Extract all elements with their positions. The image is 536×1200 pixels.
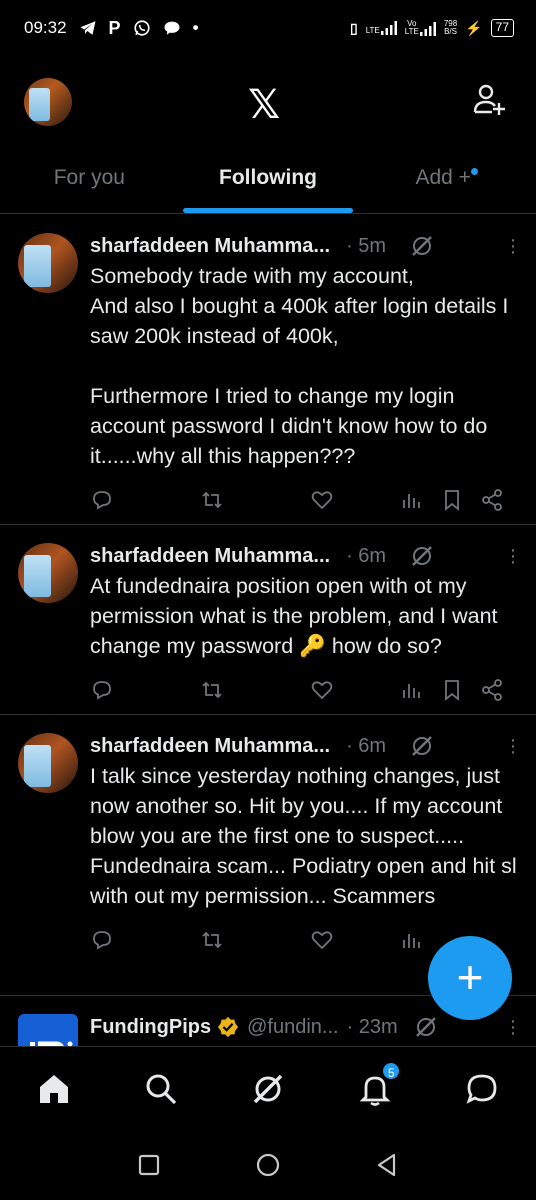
lte1-label: LTE (365, 26, 380, 35)
reply-icon[interactable] (90, 928, 114, 952)
recents-icon[interactable] (136, 1152, 162, 1178)
more-icon[interactable]: · · · (508, 1011, 518, 1043)
share-icon[interactable] (480, 488, 504, 512)
share-icon[interactable] (480, 678, 504, 702)
tweet-text: At fundednaira position open with ot my … (90, 574, 504, 658)
lte2-label: LTE (404, 27, 419, 36)
retweet-icon[interactable] (200, 488, 224, 512)
reply-icon[interactable] (90, 678, 114, 702)
tab-following[interactable]: Following (179, 150, 358, 213)
author-handle: @fundin... (247, 1015, 339, 1038)
retweet-icon[interactable] (200, 928, 224, 952)
grok-nav-icon[interactable] (250, 1071, 286, 1107)
bookmark-icon[interactable] (440, 678, 464, 702)
tweet-header: sharfaddeen Muhamma... · 6m · · · (90, 730, 518, 762)
tweet-time: · 6m (346, 544, 387, 567)
tweet-text: Somebody trade with my account, And also… (90, 264, 509, 468)
tab-following-label: Following (219, 166, 317, 189)
retweet-icon[interactable] (200, 678, 224, 702)
x-logo-icon[interactable]: 𝕏 (248, 82, 280, 128)
tweet-header: sharfaddeen Muhamma... · 6m · · · (90, 540, 518, 572)
reply-icon[interactable] (90, 488, 114, 512)
status-time: 09:32 (24, 18, 67, 37)
back-icon[interactable] (374, 1152, 400, 1178)
vibrate-icon: ▯ (349, 19, 358, 36)
tweet[interactable]: sharfaddeen Muhamma... · 5m · · · Somebody… (0, 215, 536, 525)
tab-for-you-label: For you (53, 166, 125, 189)
new-dot-indicator (470, 168, 478, 175)
dot-icon: • (192, 18, 199, 37)
messages-icon[interactable] (464, 1071, 500, 1107)
more-icon[interactable]: · · · (508, 730, 518, 762)
tweet-time: · 5m (346, 234, 387, 257)
bookmark-icon[interactable] (440, 488, 464, 512)
like-icon[interactable] (310, 678, 334, 702)
views-icon[interactable] (400, 488, 424, 512)
grok-icon[interactable] (414, 1015, 438, 1039)
timeline-feed: sharfaddeen Muhamma... · 5m · · · Somebody… (0, 215, 536, 1056)
add-user-icon[interactable] (472, 82, 508, 118)
net-speed-unit: B/S (444, 27, 457, 36)
author-name[interactable]: sharfaddeen Muhamma... (90, 545, 330, 568)
tweet-time: · 6m (346, 734, 387, 757)
profile-avatar[interactable] (24, 78, 72, 126)
author-name[interactable]: sharfaddeen Muhamma... (90, 735, 330, 758)
compose-icon: + (456, 951, 484, 1003)
notifications-tab[interactable]: 5 (357, 1060, 402, 1107)
grok-icon[interactable] (410, 234, 434, 258)
author-name[interactable]: sharfaddeen Muhamma... (90, 235, 330, 258)
timeline-tabs: For you Following Add + (0, 150, 536, 214)
lte1-signal: LTE (366, 21, 397, 35)
tab-add[interactable]: Add + (357, 150, 536, 213)
system-nav-bar (0, 1130, 536, 1200)
views-icon[interactable] (400, 928, 424, 952)
p-icon: P (108, 17, 121, 38)
whatsapp-icon (133, 19, 151, 37)
tweet-text: I talk since yesterday nothing changes, … (90, 764, 523, 908)
tab-for-you[interactable]: For you (0, 150, 179, 213)
notifications-badge: 5 (381, 1060, 402, 1081)
top-bar: 𝕏 (0, 72, 536, 132)
home-button-icon[interactable] (255, 1152, 281, 1178)
tweet[interactable]: sharfaddeen Muhamma... · 6m · · · At funde… (0, 525, 536, 715)
grok-icon[interactable] (410, 734, 434, 758)
charging-icon: ⚡ (465, 19, 483, 36)
home-icon[interactable] (36, 1071, 72, 1107)
status-bar: 09:32 P • ▯ LTE Vo LTE 798 B/S ⚡ 77 (0, 0, 536, 56)
search-icon[interactable] (143, 1071, 179, 1107)
avatar[interactable] (18, 233, 78, 293)
verified-badge-icon (218, 1016, 239, 1038)
like-icon[interactable] (310, 488, 334, 512)
tweet-actions (90, 677, 518, 703)
tweet-actions (90, 487, 518, 513)
tweet-time: · 23m (346, 1015, 398, 1038)
avatar[interactable] (18, 543, 78, 603)
bottom-nav: 5 (0, 1046, 536, 1130)
battery-indicator: 77 (490, 19, 514, 37)
tweet-header: sharfaddeen Muhamma... · 5m · · · (90, 230, 518, 262)
more-icon[interactable]: · · · (508, 230, 518, 262)
compose-button[interactable]: + (428, 936, 512, 1020)
lte2-signal: Vo LTE (405, 20, 436, 36)
avatar[interactable] (18, 733, 78, 793)
telegram-icon (79, 20, 97, 36)
net-speed: 798 B/S (444, 20, 457, 36)
more-icon[interactable]: · · · (508, 540, 518, 572)
chat-bubble-icon (163, 20, 181, 36)
tab-add-label: Add + (415, 166, 471, 189)
grok-icon[interactable] (410, 544, 434, 568)
views-icon[interactable] (400, 678, 424, 702)
author-name[interactable]: FundingPips (90, 1016, 211, 1039)
vo-lte-label: Vo LTE (405, 20, 419, 36)
like-icon[interactable] (310, 928, 334, 952)
